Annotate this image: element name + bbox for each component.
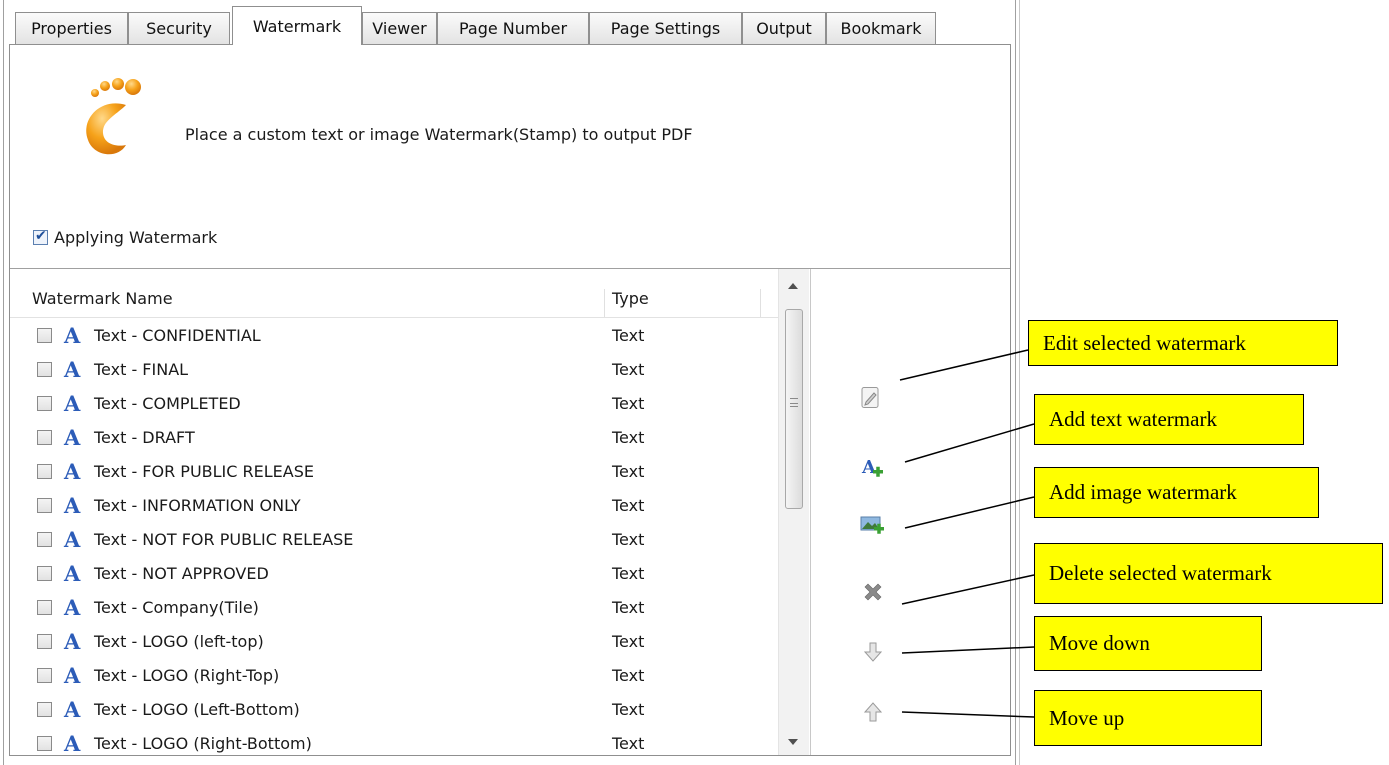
callout-move-down: Move down	[1034, 616, 1262, 671]
callout-text: Delete selected watermark	[1049, 561, 1272, 585]
callout-text: Add image watermark	[1049, 480, 1237, 504]
callout-text: Move down	[1049, 631, 1150, 655]
tab-label: Watermark	[252, 16, 342, 36]
callout-edit: Edit selected watermark	[1028, 320, 1338, 366]
callout-text: Add text watermark	[1049, 407, 1217, 431]
callout-add-text: Add text watermark	[1034, 394, 1304, 445]
callout-text: Edit selected watermark	[1043, 330, 1246, 355]
callout-delete: Delete selected watermark	[1034, 543, 1383, 604]
callout-move-up: Move up	[1034, 690, 1262, 746]
tab-watermark[interactable]: Watermark	[232, 6, 362, 45]
callout-add-image: Add image watermark	[1034, 467, 1319, 518]
callout-text: Move up	[1049, 705, 1125, 730]
